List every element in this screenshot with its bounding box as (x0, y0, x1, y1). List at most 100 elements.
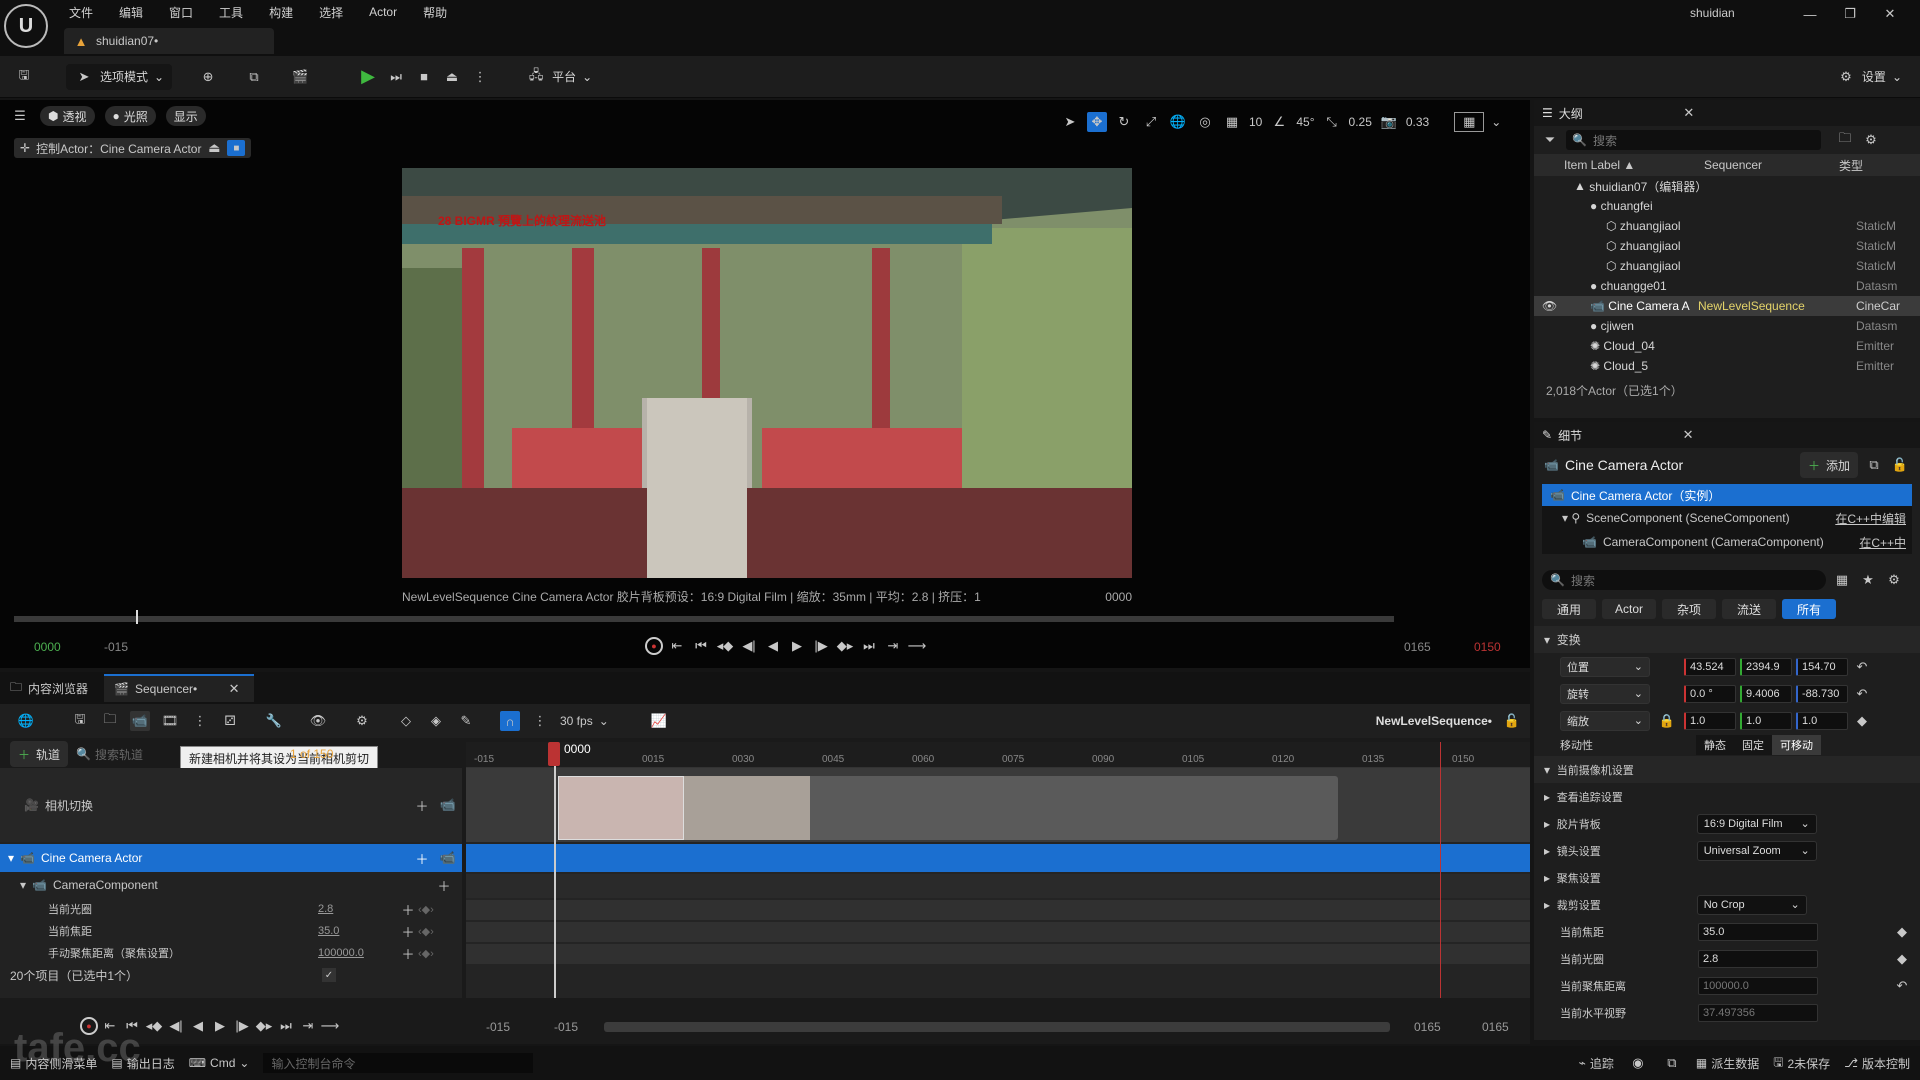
reset-icon[interactable]: ↶ (1892, 976, 1912, 996)
menu-tools[interactable]: 工具 (206, 1, 256, 24)
outliner-search-input[interactable]: 🔍 搜索 (1566, 130, 1821, 150)
star-icon[interactable]: ★ (1858, 570, 1878, 590)
aperture-lane[interactable] (466, 900, 1530, 920)
details-search-input[interactable]: 🔍 搜索 (1542, 570, 1826, 590)
prev-frame-icon[interactable]: ◂◆ (715, 636, 735, 656)
focus-distance-value[interactable]: 100000.0 (1698, 976, 1818, 995)
surface-snap-icon[interactable]: ◎ (1195, 112, 1215, 132)
more-options-icon[interactable]: ⋮ (470, 67, 490, 87)
range-end-2[interactable]: 0165 (1482, 1020, 1509, 1034)
timeline-area[interactable]: -015 0015 0030 0045 0060 0075 0090 0105 … (466, 742, 1530, 998)
menu-window[interactable]: 窗口 (156, 1, 206, 24)
restore-icon[interactable]: ❐ (1840, 4, 1860, 24)
loop-icon[interactable]: ⟶ (907, 636, 927, 656)
plus-icon[interactable]: ＋ (398, 899, 418, 919)
jump-end-icon[interactable]: ⇥ (883, 636, 903, 656)
lock-icon[interactable]: 🔒 (1654, 711, 1680, 731)
camera-cut-section[interactable] (558, 776, 1338, 840)
screenshot-icon[interactable]: ⧉ (1662, 1053, 1682, 1073)
outliner-row[interactable]: ⬡ zhuangjiaol StaticM (1534, 216, 1920, 236)
playhead[interactable] (554, 742, 556, 998)
jump-end-icon[interactable]: ⇥ (298, 1016, 318, 1036)
gear-icon[interactable]: ⚙ (1884, 570, 1904, 590)
outliner-row-selected[interactable]: 👁 📹 Cine Camera A NewLevelSequence CineC… (1534, 296, 1920, 316)
crop-dropdown[interactable]: No Crop ⌄ (1696, 894, 1807, 915)
close-icon[interactable]: ✕ (1880, 4, 1900, 24)
wrench-icon[interactable]: 🔧 (264, 711, 284, 731)
blueprint-icon[interactable]: ⧉ (1864, 455, 1884, 475)
next-key-icon[interactable]: ⏭ (276, 1016, 296, 1036)
jump-start-icon[interactable]: ⇤ (667, 636, 687, 656)
camera-lock-icon[interactable]: 📹 (438, 795, 458, 815)
grid-snap-icon[interactable]: ▦ (1222, 112, 1242, 132)
track-focal[interactable]: 当前焦距 35.0 ＋ ‹◆› (0, 920, 462, 942)
timeline-ruler[interactable]: -015 0015 0030 0045 0060 0075 0090 0105 … (466, 742, 1530, 768)
filter-general[interactable]: 通用 (1542, 599, 1596, 619)
component-link[interactable]: 在C++中编辑 (1835, 510, 1906, 527)
location-y[interactable]: 2394.9 (1740, 657, 1792, 676)
close-icon[interactable]: ✕ (224, 679, 244, 699)
range-start-1[interactable]: -015 (486, 1020, 510, 1034)
step-back-icon[interactable]: ◀| (166, 1016, 186, 1036)
find-in-browser-icon[interactable]: 🗀 (100, 711, 120, 731)
rotation-x[interactable]: 0.0 ° (1684, 684, 1736, 703)
camera-speed-icon[interactable]: 📷 (1379, 112, 1399, 132)
source-control-button[interactable]: ⎇ 版本控制 (1844, 1055, 1910, 1072)
grid-view-icon[interactable]: ▦ (1832, 570, 1852, 590)
step-icon[interactable]: ⏭ (386, 67, 406, 87)
add-component-button[interactable]: ＋ 添加 (1799, 452, 1858, 478)
new-camera-icon[interactable]: 📹 (130, 711, 150, 731)
plus-icon[interactable]: ＋ (412, 795, 432, 815)
actions-icon[interactable]: ⚂ (220, 711, 240, 731)
minimize-icon[interactable]: — (1800, 4, 1820, 24)
focus-lane[interactable] (466, 944, 1530, 964)
scale-x[interactable]: 1.0 (1684, 711, 1736, 730)
platform-button[interactable]: 🖧 平台 ⌄ (518, 64, 600, 90)
eject-icon[interactable]: ⏏ (207, 138, 221, 158)
stop-icon[interactable]: ■ (414, 67, 434, 87)
camera-lock-icon[interactable]: ■ (227, 140, 246, 156)
track-camera-cut[interactable]: 🎥 相机切换 ＋ 📹 (0, 768, 462, 842)
checkbox-icon[interactable]: ✓ (322, 968, 336, 982)
close-icon[interactable]: ✕ (1679, 103, 1699, 123)
menu-select[interactable]: 选择 (306, 1, 356, 24)
derived-data-button[interactable]: ▦ 派生数据 (1696, 1055, 1759, 1072)
play-icon[interactable]: ▶ (210, 1016, 230, 1036)
add-track-button[interactable]: ＋ 轨道 (10, 741, 69, 767)
prev-frame-icon[interactable]: ◂◆ (144, 1016, 164, 1036)
filmback-dropdown[interactable]: 16:9 Digital Film ⌄ (1696, 813, 1817, 834)
document-tab[interactable]: ▲ shuidian07• (64, 28, 274, 54)
world-icon[interactable]: 🌐 (1168, 112, 1188, 132)
filter-all[interactable]: 所有 (1782, 599, 1836, 619)
scale-value[interactable]: 0.25 (1349, 115, 1372, 129)
level-viewport[interactable]: ☰ ⬢ 透视 ● 光照 显示 ✛ 控制Actor：Cine Camera Actor… (0, 100, 1530, 668)
curve-editor-icon[interactable]: 📈 (649, 711, 669, 731)
component-row[interactable]: 📹 CameraComponent (CameraComponent) 在C++中 (1542, 530, 1912, 554)
play-icon[interactable]: ▶ (787, 636, 807, 656)
menu-build[interactable]: 构建 (256, 1, 306, 24)
rotation-z[interactable]: -88.730 (1796, 684, 1848, 703)
tab-sequencer[interactable]: 🎬 Sequencer• ✕ (104, 674, 255, 702)
show-button[interactable]: 显示 (165, 106, 206, 126)
column-item-label[interactable]: Item Label ▲ (1564, 158, 1704, 172)
aperture-value[interactable]: 2.8 (1698, 949, 1818, 968)
next-frame-icon[interactable]: ◆▸ (254, 1016, 274, 1036)
scrub-handle[interactable] (136, 610, 138, 624)
component-link[interactable]: 在C++中 (1859, 534, 1906, 551)
brush-icon[interactable]: ✎ (456, 711, 476, 731)
blueprint-icon[interactable]: ⧉ (244, 67, 264, 87)
track-aperture[interactable]: 当前光圈 2.8 ＋ ‹◆› (0, 898, 462, 920)
menu-file[interactable]: 文件 (56, 1, 106, 24)
mode-select-button[interactable]: ➤ 选项模式 ⌄ (66, 63, 173, 90)
section-camera-settings[interactable]: ▾ 当前摄像机设置 (1534, 756, 1920, 783)
next-key-icon[interactable]: ⏭ (859, 636, 879, 656)
track-search-input[interactable]: 🔍 搜索轨道 (76, 744, 162, 764)
mobility-stationary[interactable]: 固定 (1734, 735, 1772, 755)
folder-add-icon[interactable]: 🗀 (1835, 130, 1855, 150)
snap-icon[interactable]: ∩ (500, 711, 520, 731)
grid-value[interactable]: 10 (1249, 115, 1262, 129)
record-icon[interactable]: ● (645, 637, 663, 655)
play-icon[interactable]: ▶ (358, 66, 378, 87)
eye-icon[interactable]: 👁 (308, 711, 328, 731)
key-nav-icon[interactable]: ‹◆› (418, 925, 434, 938)
